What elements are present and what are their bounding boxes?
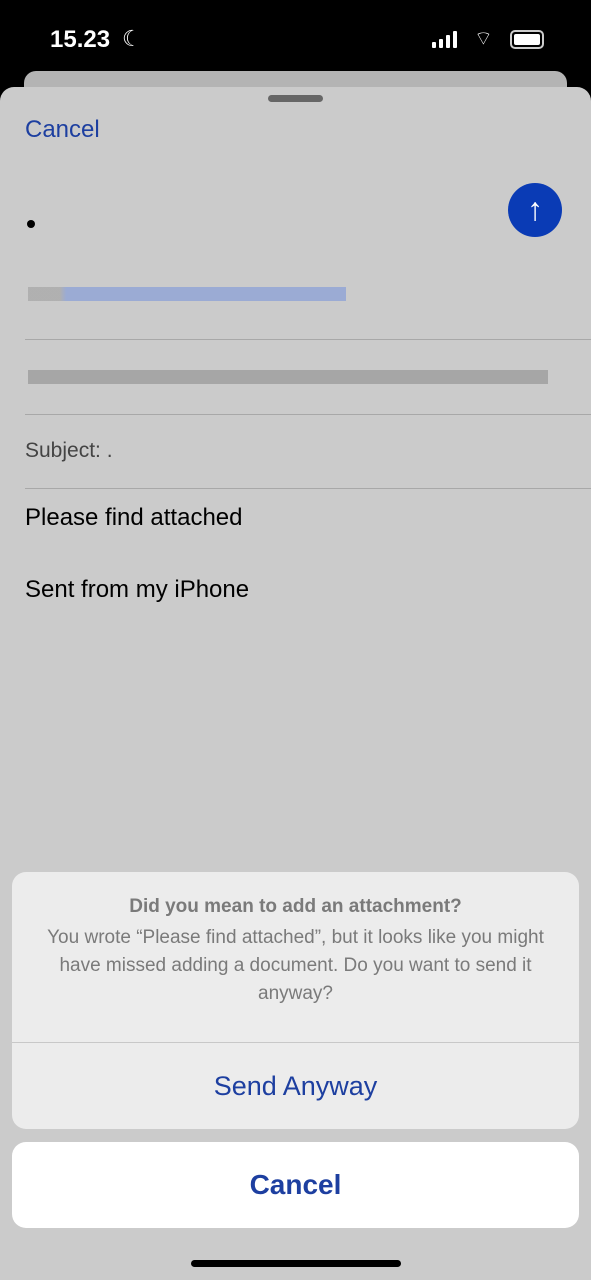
alert-title: Did you mean to add an attachment? <box>129 896 462 917</box>
to-field[interactable] <box>27 220 35 228</box>
signature-line[interactable]: Sent from my iPhone <box>25 576 249 604</box>
status-bar: 15.23 ☾ ⌔ <box>0 0 591 70</box>
sheet-grabber[interactable] <box>268 95 323 102</box>
wifi-icon: ⌔ <box>474 28 493 50</box>
cellular-signal-icon <box>432 30 457 48</box>
send-anyway-button[interactable]: Send Anyway <box>12 1042 579 1129</box>
divider <box>25 414 591 415</box>
home-indicator[interactable] <box>191 1260 401 1267</box>
divider <box>25 488 591 489</box>
divider <box>25 339 591 340</box>
redacted-recipient <box>28 287 346 301</box>
alert-message: You wrote “Please find attached”, but it… <box>47 927 544 1004</box>
moon-icon: ☾ <box>122 26 142 51</box>
alert-cancel-button[interactable]: Cancel <box>12 1142 579 1228</box>
attachment-alert: Did you mean to add an attachment? You w… <box>12 872 579 1129</box>
subject-value: . <box>106 439 113 462</box>
redacted-sender <box>28 370 548 384</box>
battery-icon <box>510 30 544 49</box>
subject-label: Subject: <box>25 439 101 462</box>
arrow-up-icon: ↑ <box>527 191 543 227</box>
cancel-compose-button[interactable]: Cancel <box>25 116 100 144</box>
body-line[interactable]: Please find attached <box>25 504 243 532</box>
send-button[interactable]: ↑ <box>508 183 562 237</box>
status-time: 15.23 <box>50 26 111 53</box>
subject-field[interactable]: Subject: . <box>25 439 113 463</box>
